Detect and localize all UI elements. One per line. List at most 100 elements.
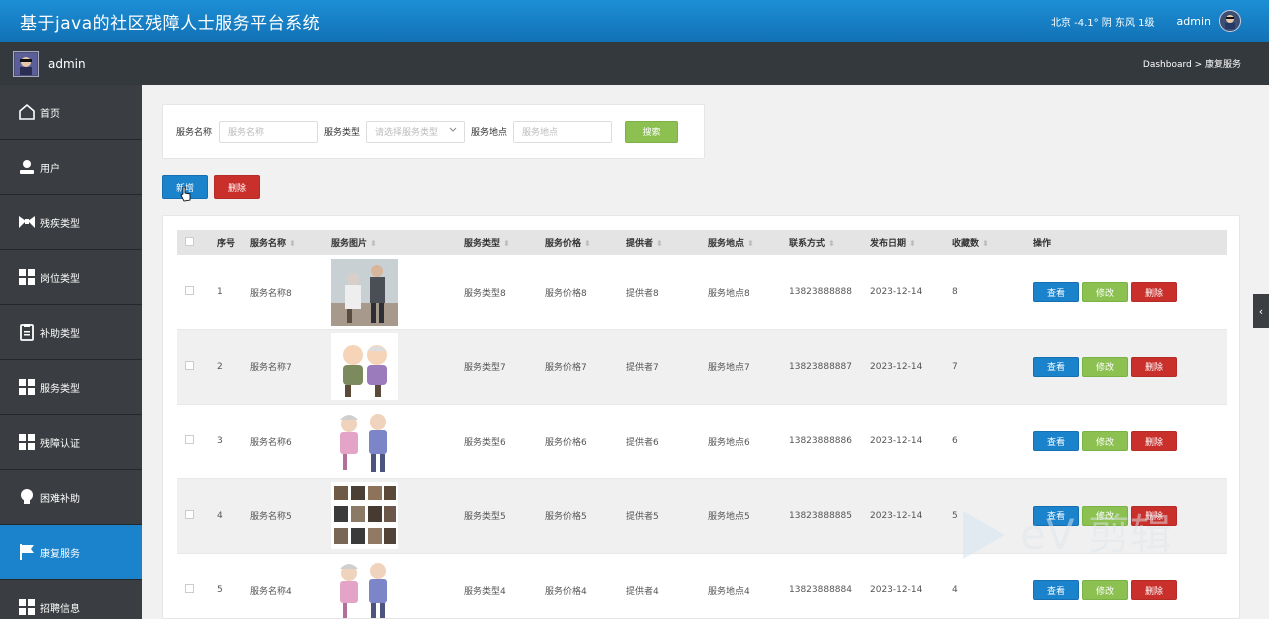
sidebar-item-label: 首页 xyxy=(40,108,60,120)
bow-icon xyxy=(16,211,38,233)
sidebar-item-home[interactable]: 首页 xyxy=(0,85,142,140)
service-place-input[interactable]: 服务地点 xyxy=(513,120,613,143)
sort-icon: ⬍ xyxy=(656,239,663,248)
app-title: 基于java的社区残障人士服务平台系统 xyxy=(20,13,321,34)
edit-button[interactable]: 修改 xyxy=(1082,356,1128,377)
sidebar-item-label: 岗位类型 xyxy=(40,273,80,285)
service-type-select[interactable]: 请选择服务类型 xyxy=(366,120,466,143)
home-icon xyxy=(16,101,38,123)
svg-text:eV 剪辑: eV 剪辑 xyxy=(1020,510,1172,559)
user-avatar[interactable] xyxy=(1219,10,1241,32)
sidebar-item-hardship-subsidy[interactable]: 困难补助 xyxy=(0,470,142,525)
view-button[interactable]: 查看 xyxy=(1033,282,1079,302)
grid-icon xyxy=(16,596,38,618)
cell-favorites: 7 xyxy=(952,361,958,372)
cell-favorites: 8 xyxy=(952,287,958,297)
sidebar-item-user[interactable]: 用户 xyxy=(0,140,142,195)
sidebar-item-label: 招聘信息 xyxy=(40,603,80,615)
sidebar-item-label: 残障认证 xyxy=(40,438,80,450)
cell-service-type: 服务类型8 xyxy=(464,288,506,299)
weather-info: 北京 -4.1° 阴 东风 1级 xyxy=(1050,17,1155,29)
search-button[interactable]: 搜索 xyxy=(625,120,679,143)
cell-service-place: 服务地点6 xyxy=(708,437,750,448)
view-button[interactable]: 查看 xyxy=(1033,356,1079,377)
delete-button[interactable]: 删除 xyxy=(1131,431,1177,452)
row-checkbox[interactable] xyxy=(185,435,194,445)
batch-delete-button[interactable]: 删除 xyxy=(214,175,260,199)
table-header-row: 序号 服务名称 ⬍ 服务图片 ⬍ 服务类型 ⬍ 服务价格 ⬍ 提供者 ⬍ 服务地点 ⬍ 联系… xyxy=(177,230,1227,255)
delete-button[interactable]: 删除 xyxy=(1131,580,1177,601)
sidebar-item-job-type[interactable]: 岗位类型 xyxy=(0,250,142,305)
cell-index: 5 xyxy=(217,585,223,596)
cell-service-type: 服务类型4 xyxy=(464,586,506,597)
column-header[interactable]: 服务名称 ⬍ xyxy=(250,230,331,255)
collapse-toggle-icon[interactable]: ‹ xyxy=(1253,294,1269,328)
cell-index: 3 xyxy=(217,436,223,447)
cell-provider: 提供者8 xyxy=(626,288,659,299)
service-name-input[interactable]: 服务名称 xyxy=(219,120,319,143)
edit-button[interactable]: 修改 xyxy=(1082,282,1128,302)
user-icon xyxy=(16,156,38,178)
cell-favorites: 6 xyxy=(952,436,958,447)
row-checkbox[interactable] xyxy=(185,286,194,295)
service-image xyxy=(331,255,464,330)
cell-service-type: 服务类型7 xyxy=(464,363,506,374)
cell-service-type: 服务类型5 xyxy=(464,512,506,523)
cell-date: 2023-12-14 xyxy=(870,436,923,447)
search-panel: 服务名称 服务名称 服务类型 请选择服务类型 服务地点 服务地点 搜索 xyxy=(162,104,705,159)
sidebar-item-disability-cert[interactable]: 残障认证 xyxy=(0,415,142,470)
view-button[interactable]: 查看 xyxy=(1033,431,1079,452)
column-header[interactable]: 提供者 ⬍ xyxy=(626,230,708,255)
row-checkbox[interactable] xyxy=(185,360,194,370)
service-image xyxy=(331,553,464,618)
service-image xyxy=(331,330,464,405)
cell-service-type: 服务类型6 xyxy=(464,437,506,448)
select-all-checkbox[interactable] xyxy=(185,236,194,246)
column-header[interactable]: 联系方式 ⬍ xyxy=(789,230,870,255)
cell-service-price: 服务价格8 xyxy=(545,288,587,299)
sidebar-item-label: 困难补助 xyxy=(40,493,80,505)
cell-provider: 提供者6 xyxy=(626,437,659,448)
header-username[interactable]: admin xyxy=(1177,15,1211,28)
chevron-down-icon xyxy=(449,126,457,137)
delete-button[interactable]: 删除 xyxy=(1131,282,1177,302)
sidebar-item-label: 服务类型 xyxy=(40,383,80,395)
grid-icon xyxy=(16,266,38,288)
column-header[interactable]: 发布日期 ⬍ xyxy=(870,230,952,255)
row-checkbox[interactable] xyxy=(185,509,194,519)
sidebar-item-disability-type[interactable]: 残疾类型 xyxy=(0,195,142,250)
column-header[interactable]: 服务地点 ⬍ xyxy=(708,230,789,255)
flag-icon xyxy=(16,541,38,563)
sidebar-item-rehab-service[interactable]: 康复服务 xyxy=(0,525,142,580)
edit-button[interactable]: 修改 xyxy=(1082,580,1128,601)
user-bar: admin Dashboard > 康复服务 xyxy=(0,42,1269,85)
column-header[interactable]: 服务价格 ⬍ xyxy=(545,230,626,255)
grid-icon xyxy=(16,431,38,453)
service-name-label: 服务名称 xyxy=(176,128,213,138)
sidebar-item-label: 康复服务 xyxy=(40,548,80,560)
sidebar: 首页 用户 残疾类型 岗位类型 补助类型 服务类型 残障认证 困难补助 康复服务… xyxy=(0,85,142,619)
delete-button[interactable]: 删除 xyxy=(1131,356,1177,377)
cell-service-price: 服务价格4 xyxy=(545,586,587,597)
edit-button[interactable]: 修改 xyxy=(1082,431,1128,452)
cell-service-place: 服务地点5 xyxy=(708,512,750,523)
cell-provider: 提供者4 xyxy=(626,586,659,597)
cell-service-price: 服务价格7 xyxy=(545,363,587,374)
column-header[interactable]: 服务图片 ⬍ xyxy=(331,230,464,255)
sidebar-item-service-type[interactable]: 服务类型 xyxy=(0,360,142,415)
row-checkbox[interactable] xyxy=(185,584,194,594)
cell-service-name: 服务名称8 xyxy=(250,288,292,299)
sort-icon: ⬍ xyxy=(828,239,835,248)
sort-icon: ⬍ xyxy=(503,239,510,248)
sort-icon: ⬍ xyxy=(584,239,591,248)
cell-index: 1 xyxy=(217,287,223,297)
cell-phone: 13823888887 xyxy=(789,361,852,372)
bulb-icon xyxy=(16,486,38,508)
column-header[interactable]: 收藏数 ⬍ xyxy=(952,230,1033,255)
cell-phone: 13823888885 xyxy=(789,510,852,521)
sidebar-item-recruitment[interactable]: 招聘信息 xyxy=(0,580,142,619)
column-header[interactable]: 服务类型 ⬍ xyxy=(464,230,545,255)
cell-provider: 提供者5 xyxy=(626,512,659,523)
view-button[interactable]: 查看 xyxy=(1033,580,1079,601)
sidebar-item-subsidy-type[interactable]: 补助类型 xyxy=(0,305,142,360)
